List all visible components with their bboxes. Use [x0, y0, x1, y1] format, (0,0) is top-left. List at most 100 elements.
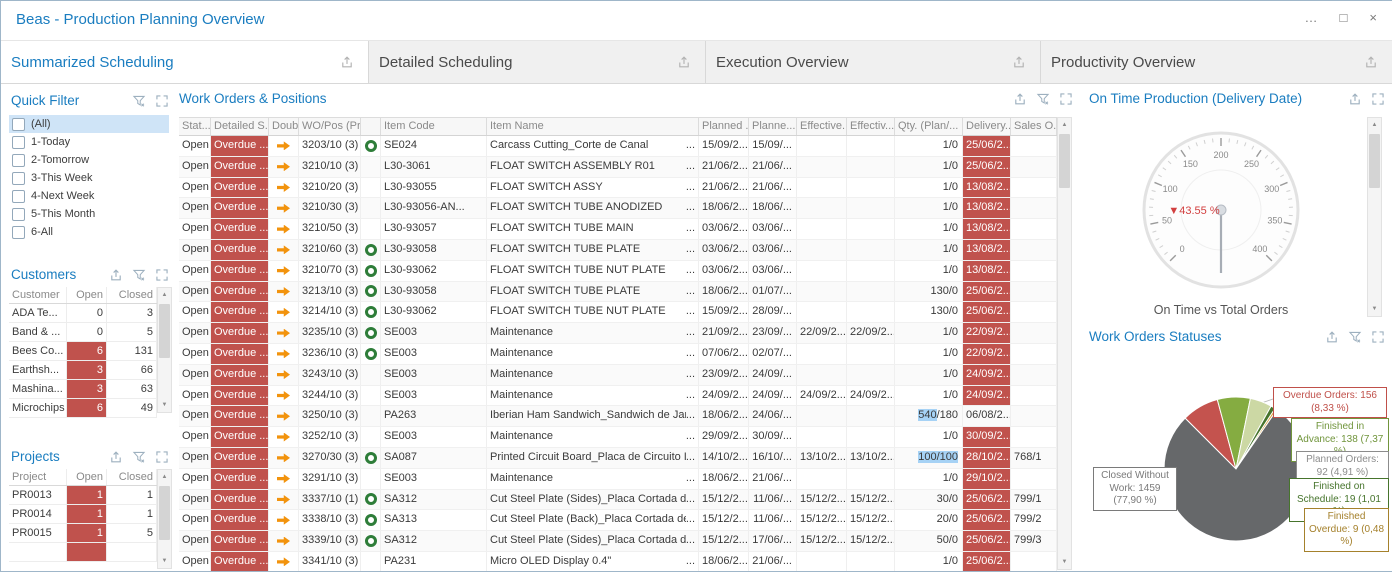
checkbox[interactable]: [12, 136, 25, 149]
table-row[interactable]: PR001411: [9, 505, 157, 524]
table-row[interactable]: PR001311: [9, 486, 157, 505]
checkbox[interactable]: [12, 118, 25, 131]
work-order-row[interactable]: OpenOverdue ...3338/10 (3)SA313Cut Steel…: [179, 510, 1057, 531]
work-order-row[interactable]: OpenOverdue ...3210/30 (3)L30-93056-AN..…: [179, 198, 1057, 219]
right-panel-scrollbar[interactable]: ▲▼: [1367, 117, 1382, 317]
quick-filter-option[interactable]: 3-This Week: [9, 169, 169, 187]
quick-filter-option[interactable]: 1-Today: [9, 133, 169, 151]
work-order-row[interactable]: OpenOverdue ...3214/10 (3)L30-93062FLOAT…: [179, 302, 1057, 323]
scrollbar-thumb[interactable]: [159, 486, 170, 540]
work-order-row[interactable]: OpenOverdue ...3210/70 (3)L30-93062FLOAT…: [179, 261, 1057, 282]
export-icon[interactable]: [109, 268, 123, 282]
column-header[interactable]: Closed: [107, 469, 157, 485]
quick-filter-option[interactable]: 2-Tomorrow: [9, 151, 169, 169]
expand-icon[interactable]: [1371, 92, 1385, 106]
table-row[interactable]: PR001515: [9, 524, 157, 543]
quick-filter-option[interactable]: 6-All: [9, 223, 169, 241]
column-header[interactable]: Effectiv...: [847, 118, 895, 135]
checkbox[interactable]: [12, 154, 25, 167]
checkbox[interactable]: [12, 190, 25, 203]
scrollbar-track[interactable]: [1058, 132, 1071, 555]
scrollbar-thumb[interactable]: [159, 304, 170, 358]
table-row[interactable]: Mashina...363: [9, 380, 157, 399]
scroll-down-button[interactable]: ▼: [158, 398, 171, 412]
column-header[interactable]: [361, 118, 381, 135]
work-orders-scrollbar[interactable]: ▲▼: [1057, 117, 1072, 570]
column-header[interactable]: Item Code: [381, 118, 487, 135]
work-order-row[interactable]: OpenOverdue ...3210/20 (3)L30-93055FLOAT…: [179, 178, 1057, 199]
quick-filter-option[interactable]: 5-This Month: [9, 205, 169, 223]
table-row[interactable]: Microchips649: [9, 399, 157, 418]
maximize-button[interactable]: □: [1340, 10, 1348, 25]
export-icon[interactable]: [1013, 92, 1027, 106]
customers-scrollbar[interactable]: ▲▼: [157, 287, 172, 413]
window-menu-button[interactable]: …: [1305, 10, 1318, 25]
column-header[interactable]: Item Name: [487, 118, 699, 135]
work-order-row[interactable]: OpenOverdue ...3210/10 (3)L30-3061FLOAT …: [179, 157, 1057, 178]
work-order-row[interactable]: OpenOverdue ...3291/10 (3)SE003Maintenan…: [179, 469, 1057, 490]
work-order-row[interactable]: OpenOverdue ...3270/30 (3)SA087Printed C…: [179, 448, 1057, 469]
expand-icon[interactable]: [1371, 330, 1385, 344]
work-order-row[interactable]: OpenOverdue ...3250/10 (3)PA263Iberian H…: [179, 406, 1057, 427]
column-header[interactable]: Stat...: [179, 118, 211, 135]
expand-icon[interactable]: [155, 94, 169, 108]
work-order-row[interactable]: OpenOverdue ...3337/10 (1)SA312Cut Steel…: [179, 490, 1057, 511]
work-order-row[interactable]: OpenOverdue ...3203/10 (3)SE024Carcass C…: [179, 136, 1057, 157]
scrollbar-thumb[interactable]: [1369, 134, 1380, 188]
scroll-down-button[interactable]: ▼: [1058, 555, 1071, 569]
work-order-row[interactable]: OpenOverdue ...3213/10 (3)L30-93058FLOAT…: [179, 282, 1057, 303]
column-header[interactable]: Customer: [9, 287, 67, 303]
export-icon[interactable]: [340, 55, 354, 69]
column-header[interactable]: Qty. (Plan/...: [895, 118, 963, 135]
checkbox[interactable]: [12, 226, 25, 239]
table-row[interactable]: ADA Te...03: [9, 304, 157, 323]
filter-icon[interactable]: [132, 268, 146, 282]
column-header[interactable]: Effective...: [797, 118, 847, 135]
work-order-row[interactable]: OpenOverdue ...3210/60 (3)L30-93058FLOAT…: [179, 240, 1057, 261]
table-row[interactable]: [9, 543, 157, 562]
tab-summarized-scheduling[interactable]: Summarized Scheduling: [1, 41, 369, 83]
export-icon[interactable]: [109, 450, 123, 464]
scrollbar-thumb[interactable]: [1059, 134, 1070, 188]
scroll-up-button[interactable]: ▲: [158, 470, 171, 484]
quick-filter-option[interactable]: (All): [9, 115, 169, 133]
projects-scrollbar[interactable]: ▲▼: [157, 469, 172, 569]
scroll-down-button[interactable]: ▼: [1368, 302, 1381, 316]
scrollbar-track[interactable]: [158, 484, 171, 554]
work-order-row[interactable]: OpenOverdue ...3236/10 (3)SE003Maintenan…: [179, 344, 1057, 365]
tab-execution-overview[interactable]: Execution Overview: [706, 41, 1041, 83]
export-icon[interactable]: [1012, 55, 1026, 69]
scroll-up-button[interactable]: ▲: [1368, 118, 1381, 132]
work-order-row[interactable]: OpenOverdue ...3243/10 (3)SE003Maintenan…: [179, 365, 1057, 386]
scroll-up-button[interactable]: ▲: [1058, 118, 1071, 132]
close-button[interactable]: ×: [1369, 10, 1377, 25]
export-icon[interactable]: [1364, 55, 1378, 69]
column-header[interactable]: Open: [67, 469, 107, 485]
work-order-row[interactable]: OpenOverdue ...3341/10 (3)PA231Micro OLE…: [179, 552, 1057, 571]
checkbox[interactable]: [12, 172, 25, 185]
table-row[interactable]: Bees Co...6131: [9, 342, 157, 361]
filter-icon[interactable]: [1036, 92, 1050, 106]
expand-icon[interactable]: [155, 450, 169, 464]
table-row[interactable]: Earthsh...366: [9, 361, 157, 380]
export-icon[interactable]: [1325, 330, 1339, 344]
work-order-row[interactable]: OpenOverdue ...3339/10 (3)SA312Cut Steel…: [179, 531, 1057, 552]
column-header[interactable]: Doub...: [269, 118, 299, 135]
work-order-row[interactable]: OpenOverdue ...3252/10 (3)SE003Maintenan…: [179, 427, 1057, 448]
column-header[interactable]: Sales O...: [1011, 118, 1057, 135]
work-order-row[interactable]: OpenOverdue ...3244/10 (3)SE003Maintenan…: [179, 386, 1057, 407]
column-header[interactable]: Planned ...: [699, 118, 749, 135]
work-order-row[interactable]: OpenOverdue ...3210/50 (3)L30-93057FLOAT…: [179, 219, 1057, 240]
filter-icon[interactable]: [132, 94, 146, 108]
scroll-up-button[interactable]: ▲: [158, 288, 171, 302]
scrollbar-track[interactable]: [1368, 132, 1381, 302]
export-icon[interactable]: [677, 55, 691, 69]
column-header[interactable]: Project: [9, 469, 67, 485]
column-header[interactable]: Detailed S...: [211, 118, 269, 135]
quick-filter-option[interactable]: 4-Next Week: [9, 187, 169, 205]
filter-icon[interactable]: [132, 450, 146, 464]
scroll-down-button[interactable]: ▼: [158, 554, 171, 568]
column-header[interactable]: Delivery...: [963, 118, 1011, 135]
checkbox[interactable]: [12, 208, 25, 221]
table-row[interactable]: Band & ...05: [9, 323, 157, 342]
